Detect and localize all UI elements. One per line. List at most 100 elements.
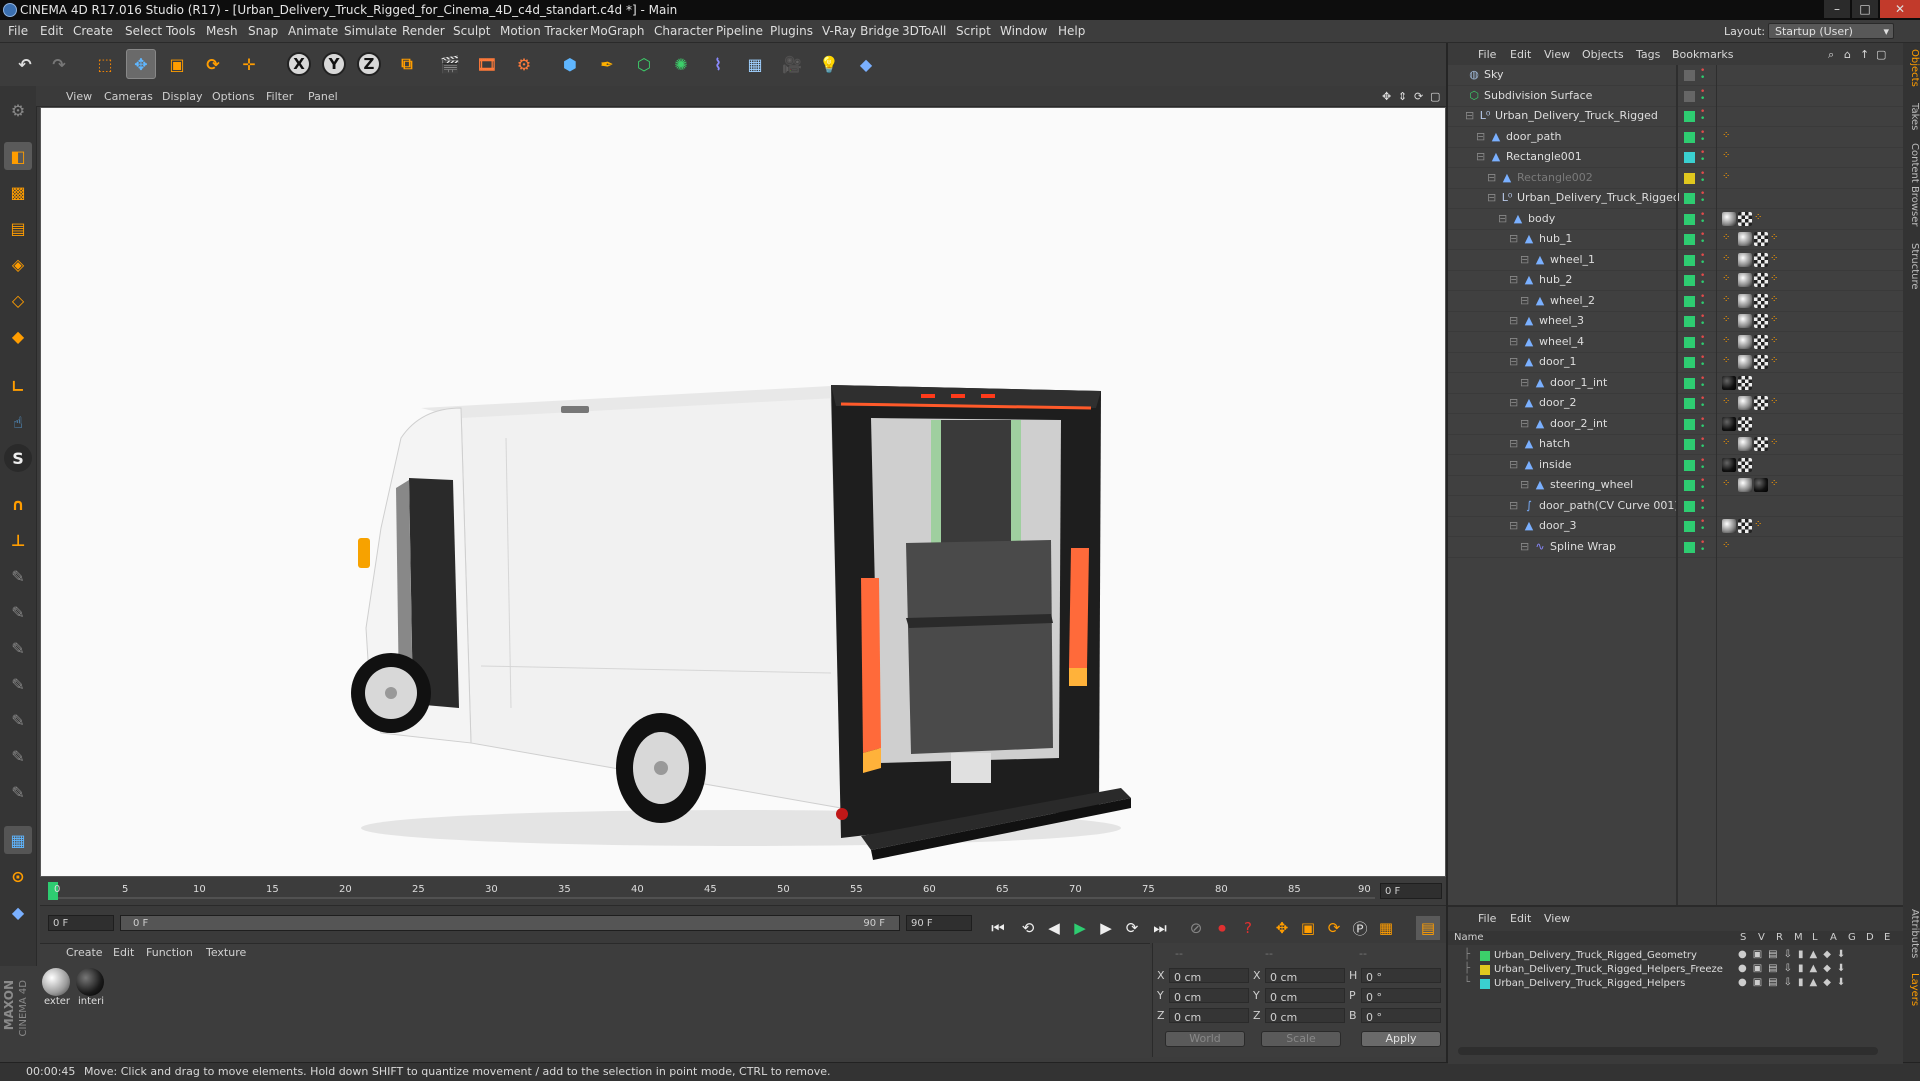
layer-color-swatch[interactable] [1684, 459, 1695, 471]
home-icon[interactable]: ⌂ [1844, 48, 1851, 61]
layer-color-swatch[interactable] [1684, 275, 1695, 286]
phong-tag-icon[interactable]: ⁘ [1770, 478, 1784, 492]
visibility-toggle-icon[interactable]: • • [1700, 169, 1705, 185]
layout-select[interactable]: Startup (User) ▾ [1768, 23, 1894, 39]
object-name[interactable]: door_path [1506, 130, 1561, 143]
layer-color-swatch[interactable] [1684, 213, 1695, 225]
render-view-icon[interactable]: 🎬 [435, 49, 465, 79]
coord-rot-h-field[interactable]: 0 ° [1361, 968, 1441, 984]
key-rotation-icon[interactable]: ⟳ [1322, 916, 1346, 940]
layer-color-swatch[interactable] [1684, 398, 1695, 409]
uvw-tag-icon[interactable] [1738, 416, 1752, 431]
texture-mode-icon[interactable]: ▩ [4, 178, 32, 206]
x-axis-lock-button[interactable]: X [287, 52, 311, 76]
object-name[interactable]: Urban_Delivery_Truck_Rigged [1517, 191, 1680, 204]
start-frame-field[interactable]: 0 F [48, 915, 114, 931]
layer-color-swatch[interactable] [1684, 377, 1695, 389]
redo-icon[interactable]: ↷ [44, 49, 74, 79]
layers-menu-view[interactable]: View [1544, 912, 1570, 925]
menu-render[interactable]: Render [402, 24, 445, 38]
viewport-zoom-icon[interactable]: ⇕ [1398, 90, 1407, 103]
layer-color-swatch[interactable] [1684, 439, 1695, 450]
edges-mode-icon[interactable]: ◇ [4, 286, 32, 314]
uvw-tag-icon[interactable] [1754, 314, 1768, 328]
coord-size-x-field[interactable]: 0 cm [1265, 968, 1345, 984]
uvw-tag-icon[interactable] [1738, 375, 1752, 390]
layer-row[interactable]: ├ Urban_Delivery_Truck_Rigged_Geometry ●… [1448, 949, 1903, 963]
model-mode-icon[interactable]: ◧ [4, 142, 32, 170]
coord-rot-b-field[interactable]: 0 ° [1361, 1008, 1441, 1024]
layer-color-swatch[interactable] [1684, 541, 1695, 553]
viewport-menu-cameras[interactable]: Cameras [104, 90, 153, 103]
material-menu-edit[interactable]: Edit [113, 946, 134, 959]
uvw-tag-icon[interactable] [1754, 437, 1768, 451]
phong-tag-icon[interactable]: ⁘ [1722, 150, 1736, 164]
magnet-lock-icon[interactable]: ⊙ [4, 862, 32, 890]
visibility-toggle-icon[interactable]: • • [1700, 497, 1705, 513]
visibility-toggle-icon[interactable]: • • [1700, 456, 1705, 472]
layer-color-swatch[interactable] [1684, 111, 1695, 122]
expand-collapse-icon[interactable]: ⊟ [1520, 294, 1529, 307]
array-cloner-icon[interactable]: ✺ [666, 49, 696, 79]
apply-button[interactable]: Apply [1361, 1031, 1441, 1047]
layer-row[interactable]: └ Urban_Delivery_Truck_Rigged_Helpers ●▣… [1448, 977, 1903, 991]
menu-motion-tracker[interactable]: Motion Tracker [500, 24, 588, 38]
layers-horizontal-scrollbar[interactable] [1458, 1047, 1878, 1055]
autokey-icon[interactable]: ⏺ [1210, 916, 1234, 940]
previous-key-icon[interactable]: ⟲ [1016, 916, 1040, 940]
expand-collapse-icon[interactable]: ⊟ [1487, 191, 1496, 204]
layer-row[interactable]: ├ Urban_Delivery_Truck_Rigged_Helpers_Fr… [1448, 963, 1903, 977]
phong-tag-icon[interactable]: ⁘ [1770, 232, 1784, 246]
object-name[interactable]: door_2_int [1550, 417, 1607, 430]
layer-color-swatch[interactable] [1684, 254, 1695, 266]
material-menu-create[interactable]: Create [66, 946, 103, 959]
object-name[interactable]: wheel_3 [1539, 314, 1584, 327]
workplane-icon[interactable]: ▤ [4, 214, 32, 242]
uvw-tag-icon[interactable] [1754, 293, 1768, 308]
expand-collapse-icon[interactable]: ⊟ [1509, 458, 1518, 471]
camera-icon[interactable]: 🎥 [777, 49, 807, 79]
uvw-tag-icon[interactable] [1738, 211, 1752, 226]
expand-collapse-icon[interactable]: ⊟ [1487, 171, 1496, 184]
side-tab-structure[interactable]: Structure [1905, 243, 1920, 290]
menu-snap[interactable]: Snap [248, 24, 278, 38]
grid-lock-icon[interactable]: ▦ [4, 826, 32, 854]
uvw-tag-icon[interactable] [1754, 232, 1768, 246]
menu-mograph[interactable]: MoGraph [590, 24, 645, 38]
polygons-mode-icon[interactable]: ◆ [4, 322, 32, 350]
layer-color-swatch[interactable] [1684, 131, 1695, 143]
objects-menu-objects[interactable]: Objects [1582, 48, 1624, 61]
objects-menu-bookmarks[interactable]: Bookmarks [1672, 48, 1733, 61]
object-name[interactable]: Sky [1484, 68, 1503, 81]
expand-collapse-icon[interactable]: ⊟ [1476, 130, 1485, 143]
menu-help[interactable]: Help [1058, 24, 1085, 38]
layer-color-swatch[interactable] [1480, 951, 1490, 961]
phong-tag-icon[interactable]: ⁘ [1722, 396, 1736, 410]
layer-name[interactable]: Urban_Delivery_Truck_Rigged_Helpers_Free… [1494, 964, 1723, 975]
viewport-menu-view[interactable]: View [66, 90, 92, 103]
keyframe-selection-icon[interactable]: ? [1236, 916, 1260, 940]
expand-collapse-icon[interactable]: ⊟ [1509, 519, 1518, 532]
layers-menu-edit[interactable]: Edit [1510, 912, 1531, 925]
scale-tool-icon[interactable]: ▣ [162, 49, 192, 79]
material-tag-icon[interactable] [1722, 211, 1736, 226]
expand-collapse-icon[interactable]: ⊟ [1509, 396, 1518, 409]
expand-collapse-icon[interactable]: ⊟ [1476, 150, 1485, 163]
uvw-tag-icon[interactable] [1754, 355, 1768, 369]
visibility-toggle-icon[interactable]: • • [1700, 231, 1705, 247]
phong-tag-icon[interactable]: ⁘ [1770, 437, 1784, 451]
brush-icon-6[interactable]: ✎ [4, 742, 32, 770]
layer-color-swatch[interactable] [1684, 70, 1695, 81]
layer-color-swatch[interactable] [1684, 172, 1695, 184]
menu-tools[interactable]: Tools [166, 24, 196, 38]
viewport-menu-options[interactable]: Options [212, 90, 254, 103]
object-name[interactable]: hub_1 [1539, 232, 1572, 245]
object-name[interactable]: steering_wheel [1550, 478, 1633, 491]
expand-collapse-icon[interactable]: ⊟ [1509, 355, 1518, 368]
object-name[interactable]: Rectangle002 [1517, 171, 1593, 184]
visibility-toggle-icon[interactable]: • • [1700, 108, 1705, 124]
side-tab-objects[interactable]: Objects [1905, 49, 1920, 87]
side-tab-content-browser[interactable]: Content Browser [1905, 143, 1920, 226]
object-name[interactable]: wheel_2 [1550, 294, 1595, 307]
phong-tag-icon[interactable]: ⁘ [1770, 294, 1784, 308]
